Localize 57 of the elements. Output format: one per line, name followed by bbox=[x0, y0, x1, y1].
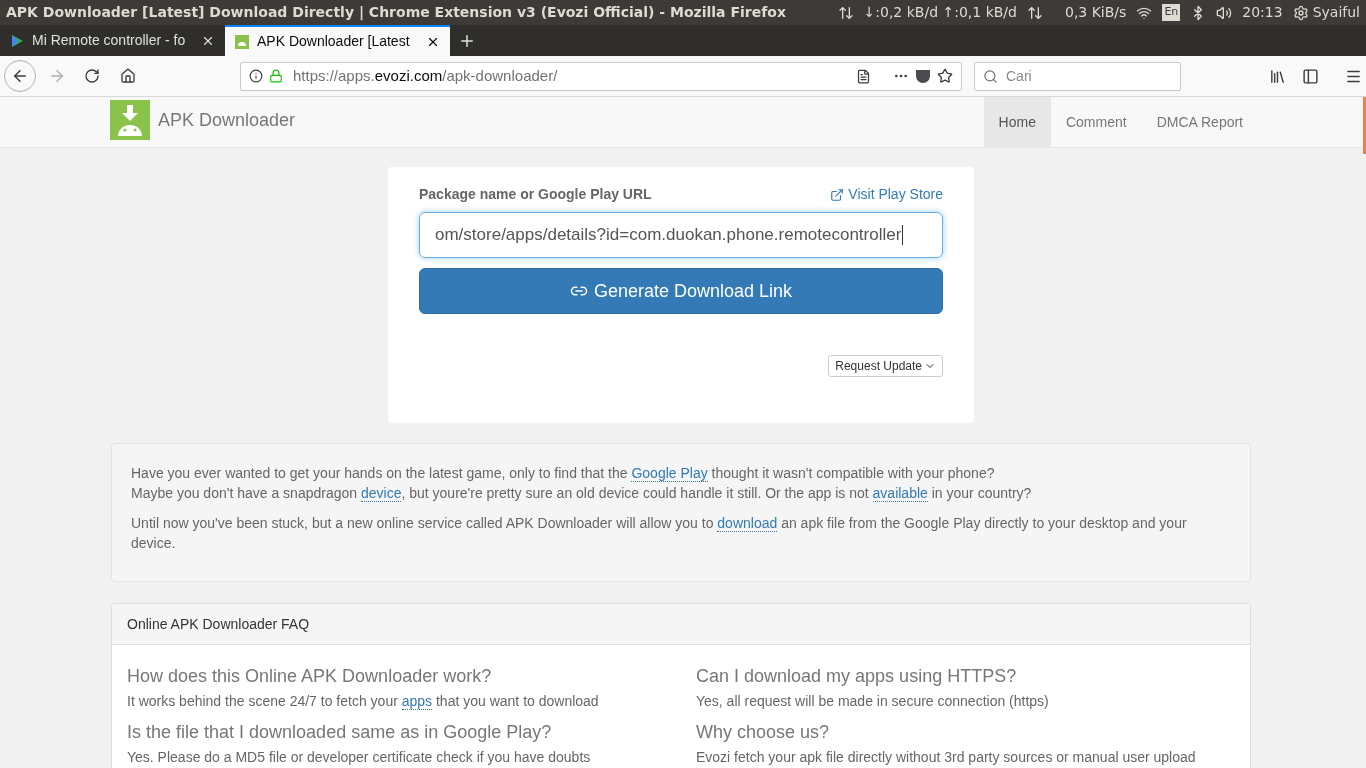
paragraph: Until now you've been stuck, but a new online service called APK Downloader will allow you to download an apk file from the Google Play directly to your desktop and your device. bbox=[131, 514, 1188, 553]
nav-link[interactable]: Home bbox=[983, 97, 1051, 147]
bookmark-star-icon[interactable] bbox=[937, 68, 953, 84]
settings-icon[interactable] bbox=[1292, 4, 1309, 21]
paragraph: It works behind the scene 24/7 to fetch your apps that you want to download bbox=[127, 693, 600, 709]
apk-logo-icon bbox=[110, 100, 150, 140]
url-input-field[interactable]: om/store/apps/details?id=com.duokan.phone.remotecontroller bbox=[419, 212, 943, 258]
faq-question: Can I download my apps using HTTPS? bbox=[696, 665, 1018, 687]
reload-icon[interactable] bbox=[84, 68, 100, 84]
paragraph: Yes, all request will be made in secure connection (https) bbox=[696, 693, 1050, 709]
library-icon[interactable] bbox=[1269, 67, 1286, 85]
net-speed: ↓:0,2 kB/d ↑:0,1 kB/d bbox=[863, 3, 1017, 22]
generate-link-button[interactable]: Generate Download Link bbox=[419, 268, 943, 314]
tab-title: Mi Remote controller - fo bbox=[32, 31, 187, 50]
search-field[interactable]: Cari bbox=[974, 61, 1181, 91]
faq-question: Is the file that I downloaded same as in Google Play? bbox=[127, 721, 553, 743]
external-link-icon bbox=[830, 187, 845, 202]
info-icon[interactable] bbox=[249, 69, 263, 83]
browser-tab[interactable]: APK Downloader [Latest bbox=[225, 25, 450, 56]
clock[interactable]: 20:13 bbox=[1242, 2, 1283, 23]
play-triangle-icon bbox=[10, 33, 24, 48]
paragraph: Maybe you don't have a snapdragon device, but youre're pretty sure an old device could handle it still. Or the app is not available in your country? bbox=[131, 484, 1033, 503]
window-title: APK Downloader [Latest] Download Directly | Chrome Extension v3 (Evozi Official) - Mozilla Firefox bbox=[6, 3, 786, 23]
text-link[interactable]: Google Play bbox=[631, 465, 708, 482]
home-icon[interactable] bbox=[120, 68, 136, 84]
field-label: Package name or Google Play URL bbox=[419, 185, 652, 204]
sidebar-icon[interactable] bbox=[1302, 67, 1319, 85]
keyboard-layout[interactable]: En bbox=[1162, 4, 1181, 21]
volume-icon[interactable] bbox=[1216, 4, 1233, 21]
paragraph: Have you ever wanted to get your hands on the latest game, only to find that the Google Play thought it wasn't compatible with your phone? bbox=[131, 464, 996, 483]
nav-link[interactable]: DMCA Report bbox=[1141, 97, 1258, 147]
nav-link[interactable]: Comment bbox=[1050, 97, 1142, 147]
user-name[interactable]: Syaiful bbox=[1312, 2, 1360, 23]
lock-icon bbox=[269, 69, 283, 83]
request-update-button[interactable]: Request Update bbox=[828, 355, 943, 377]
paragraph: Evozi fetch your apk file directly without 3rd party sources or manual user upload bbox=[696, 749, 1197, 765]
search-icon bbox=[983, 68, 998, 84]
text-link[interactable]: apps bbox=[401, 693, 433, 710]
transfer-icon[interactable] bbox=[1026, 4, 1043, 21]
faq-question: How does this Online APK Downloader work? bbox=[127, 665, 493, 687]
tab-title: APK Downloader [Latest bbox=[257, 32, 411, 51]
transfer-rate: 0,3 KiB/s bbox=[1064, 3, 1127, 22]
reader-view-icon[interactable] bbox=[856, 68, 871, 84]
address-bar[interactable]: https://apps.evozi.com/apk-downloader/ bbox=[240, 61, 962, 91]
browser-tab[interactable]: Mi Remote controller - fo bbox=[0, 25, 225, 56]
paragraph: Yes. Please do a MD5 file or developer certificate check if you have doubts bbox=[127, 749, 592, 765]
faq-title: Online APK Downloader FAQ bbox=[127, 614, 310, 634]
url-text: https://apps.evozi.com/apk-downloader/ bbox=[293, 65, 558, 86]
network-icon bbox=[837, 4, 854, 21]
visit-store-link[interactable]: Visit Play Store bbox=[830, 184, 943, 205]
text-link[interactable]: download bbox=[717, 515, 778, 532]
site-brand[interactable]: APK Downloader bbox=[158, 106, 296, 134]
pocket-icon[interactable] bbox=[915, 68, 931, 84]
text-link[interactable]: available bbox=[872, 485, 928, 502]
android-icon bbox=[235, 34, 249, 49]
faq-question: Why choose us? bbox=[696, 721, 831, 743]
search-input[interactable]: Cari bbox=[1006, 65, 1156, 87]
